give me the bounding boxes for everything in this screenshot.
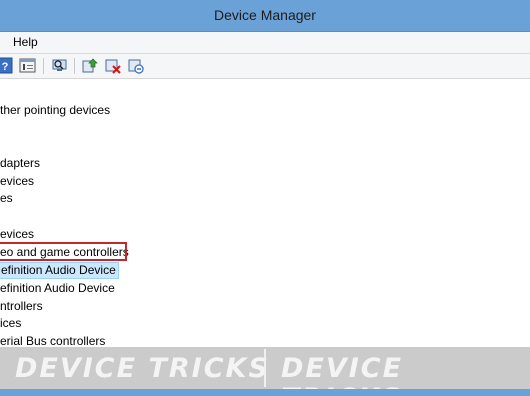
toolbar-separator <box>43 58 44 74</box>
annotation-highlight-box <box>0 242 127 261</box>
help-icon[interactable]: ? <box>0 57 14 74</box>
watermark-text-right: DEVICE TRICKS <box>281 353 404 396</box>
menu-help[interactable]: Help <box>13 32 38 53</box>
window-title: Device Manager <box>214 7 316 23</box>
uninstall-device-icon[interactable] <box>127 57 144 74</box>
tree-item-devices-2[interactable]: evices <box>0 226 36 243</box>
watermark-text-left: DEVICE TRICKS <box>15 353 270 384</box>
toolbar-separator <box>74 58 75 74</box>
device-tree: ther pointing devices dapters evices es … <box>0 79 530 348</box>
toolbar: ? <box>0 54 530 79</box>
tree-item-devices[interactable]: evices <box>0 173 36 190</box>
scan-hardware-icon[interactable] <box>51 57 68 74</box>
svg-text:?: ? <box>2 61 9 73</box>
tree-item-controllers[interactable]: ntrollers <box>0 298 45 315</box>
menu-bar: Help <box>0 32 530 54</box>
title-bar[interactable]: Device Manager <box>0 0 530 32</box>
tree-item-es[interactable]: es <box>0 190 15 207</box>
device-manager-window: Device Manager Help ? ther pointing devi… <box>0 0 530 396</box>
tree-item-adapters[interactable]: dapters <box>0 155 42 172</box>
tree-item-ices[interactable]: ices <box>0 315 23 332</box>
bottom-frame-edge <box>0 389 530 396</box>
update-driver-icon[interactable] <box>81 57 98 74</box>
disable-device-icon[interactable] <box>104 57 121 74</box>
tree-item-other-pointing-devices[interactable]: ther pointing devices <box>0 102 112 119</box>
tree-item-hd-audio-device-selected[interactable]: efinition Audio Device <box>0 262 119 279</box>
tree-item-hd-audio-device[interactable]: efinition Audio Device <box>0 280 117 297</box>
watermark-divider <box>264 349 266 387</box>
properties-icon[interactable] <box>19 57 36 74</box>
watermark-banner: DEVICE TRICKS DEVICE TRICKS <box>0 347 530 396</box>
